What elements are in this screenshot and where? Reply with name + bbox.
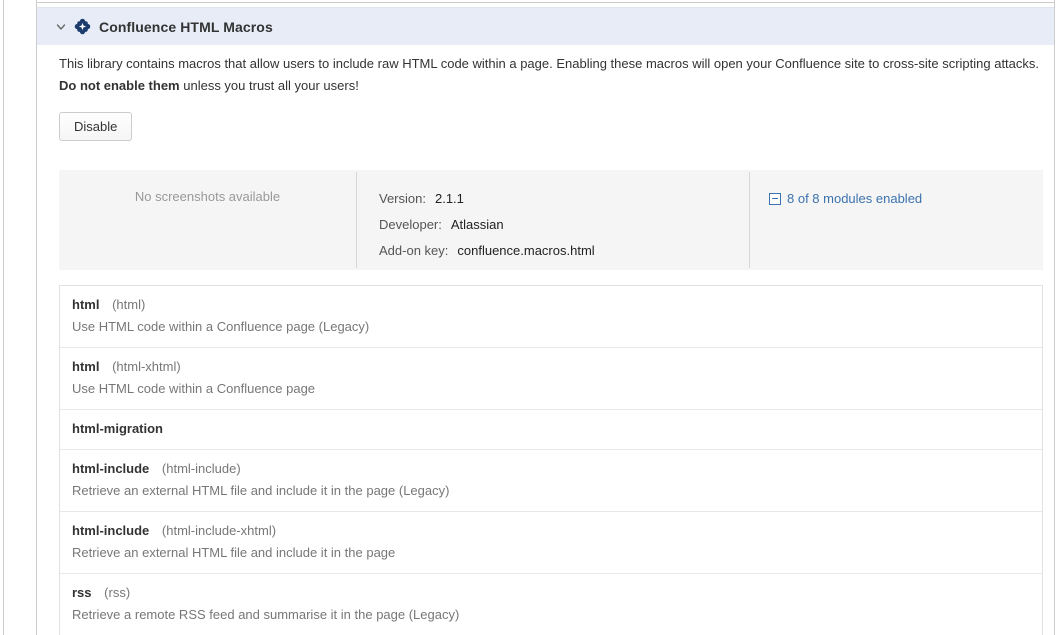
modules-enabled-label: 8 of 8 modules enabled [787,191,922,206]
developer-value: Atlassian [451,217,504,232]
plugin-title: Confluence HTML Macros [99,19,273,35]
outer-left-border [3,0,4,635]
disable-button[interactable]: Disable [59,112,132,141]
module-name: rss [72,585,92,600]
module-key: (html-include-xhtml) [162,523,276,538]
plugin-description: This library contains macros that allow … [59,53,1049,97]
module-key: (html-include) [162,461,241,476]
previous-row-divider [37,2,1054,3]
plugin-details-container: Confluence HTML Macros This library cont… [36,0,1055,635]
module-key: (rss) [104,585,130,600]
description-warning-bold: Do not enable them [59,78,180,93]
module-list: html (html) Use HTML code within a Confl… [59,285,1043,635]
module-title-line: html-include (html-include-xhtml) [72,521,1030,540]
module-key: (html-xhtml) [112,359,181,374]
module-title-line: rss (rss) [72,583,1030,602]
module-name: html [72,359,99,374]
module-description: Use HTML code within a Confluence page [72,379,1030,398]
module-description: Use HTML code within a Confluence page (… [72,317,1030,336]
module-description: Retrieve an external HTML file and inclu… [72,481,1030,500]
module-description: Retrieve an external HTML file and inclu… [72,543,1030,562]
developer-row: Developer: Atlassian [379,212,749,238]
module-name: html [72,297,99,312]
module-description: Retrieve a remote RSS feed and summarise… [72,605,1030,624]
description-text-after: unless you trust all your users! [180,78,359,93]
module-title-line: html-include (html-include) [72,459,1030,478]
module-name: html-include [72,523,149,538]
screenshots-placeholder: No screenshots available [59,170,356,270]
panel-divider [356,172,357,268]
module-row: html (html-xhtml) Use HTML code within a… [60,347,1042,409]
version-label: Version: [379,191,426,206]
module-title-line: html (html) [72,295,1030,314]
collapse-minus-icon[interactable] [769,193,781,205]
module-title-line: html-migration [72,419,1030,438]
version-value: 2.1.1 [435,191,464,206]
plugin-meta-panel: No screenshots available Version: 2.1.1 D… [59,170,1043,270]
modules-enabled-link[interactable]: 8 of 8 modules enabled [769,191,922,206]
module-row: rss (rss) Retrieve a remote RSS feed and… [60,573,1042,635]
modules-summary-column: 8 of 8 modules enabled [749,170,1043,270]
addon-key-value: confluence.macros.html [457,243,594,258]
module-name: html-include [72,461,149,476]
plugin-info-column: Version: 2.1.1 Developer: Atlassian Add-on… [356,170,749,270]
module-row: html-migration [60,409,1042,449]
module-name: html-migration [72,421,163,436]
module-key: (html) [112,297,145,312]
module-row: html-include (html-include-xhtml) Retrie… [60,511,1042,573]
panel-divider [749,172,750,268]
plugin-puzzle-icon [74,18,91,35]
developer-label: Developer: [379,217,442,232]
module-row: html-include (html-include) Retrieve an … [60,449,1042,511]
description-text: This library contains macros that allow … [59,56,1039,71]
addon-key-label: Add-on key: [379,243,448,258]
plugin-header-row[interactable]: Confluence HTML Macros [37,7,1054,45]
version-row: Version: 2.1.1 [379,186,749,212]
addon-key-row: Add-on key: confluence.macros.html [379,238,749,264]
chevron-down-icon[interactable] [56,22,66,32]
module-title-line: html (html-xhtml) [72,357,1030,376]
module-row: html (html) Use HTML code within a Confl… [60,286,1042,347]
